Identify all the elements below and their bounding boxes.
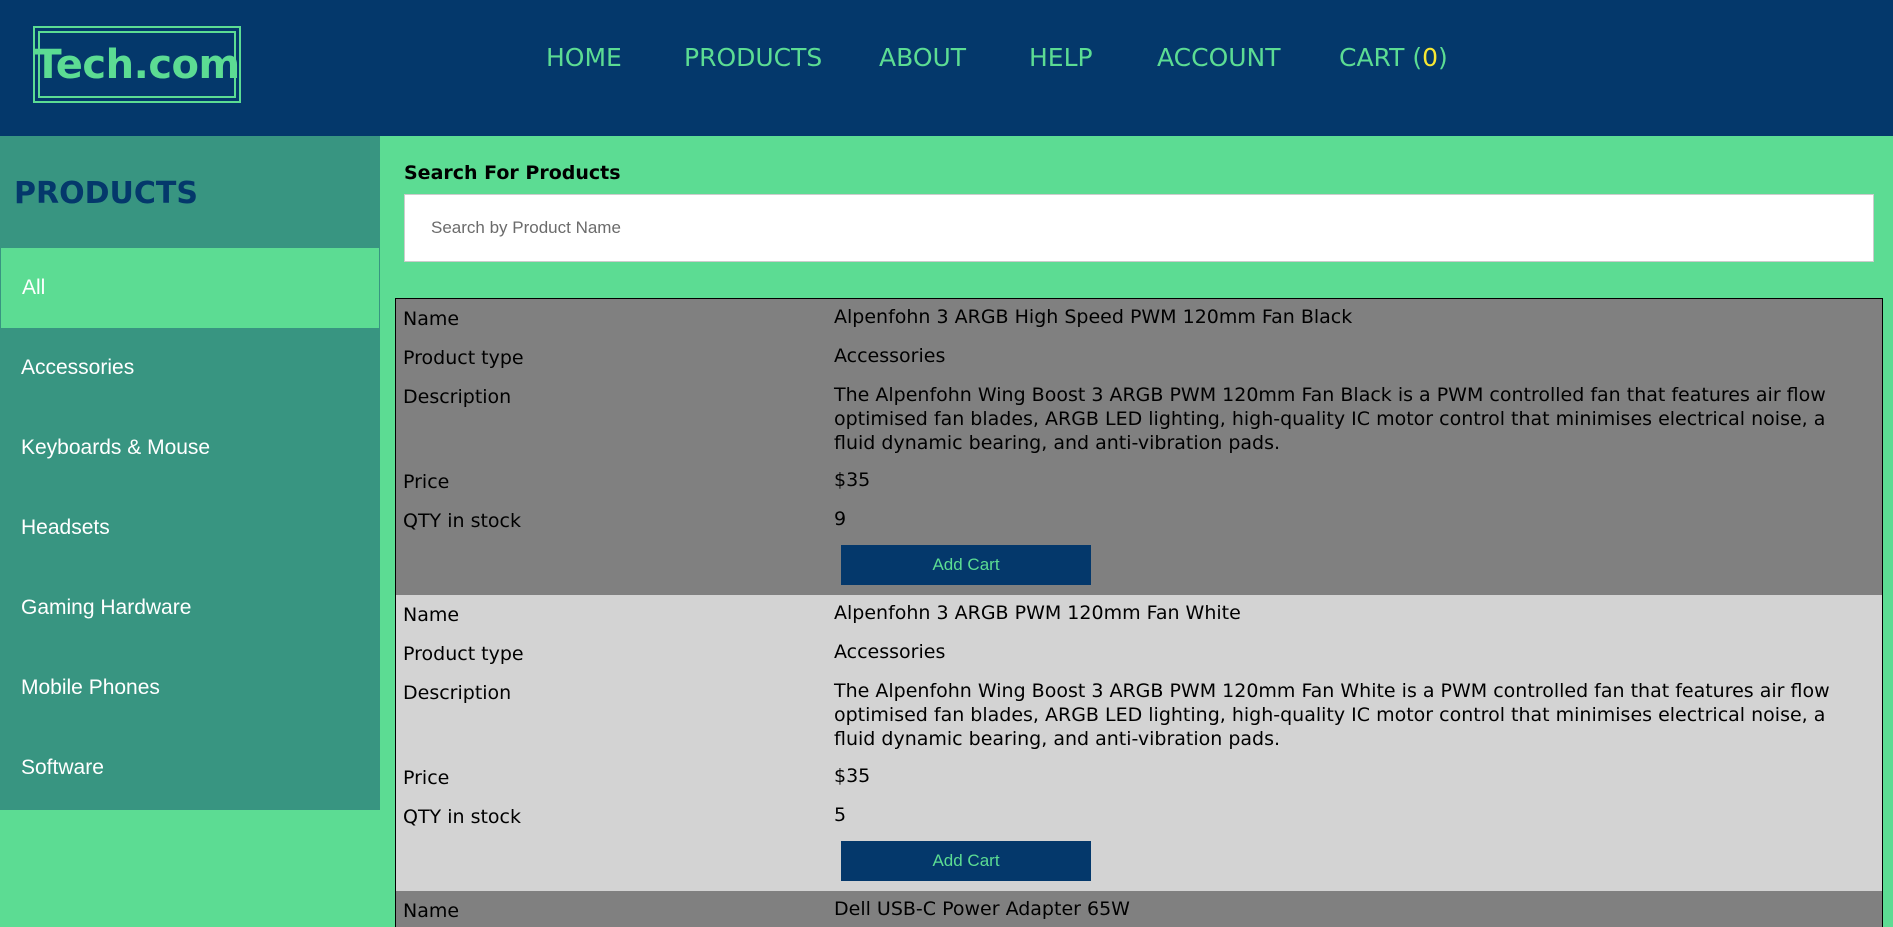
product-name-row: Name Alpenfohn 3 ARGB PWM 120mm Fan Whit… bbox=[396, 601, 1882, 627]
sidebar-title: PRODUCTS bbox=[14, 176, 198, 211]
product-type-row: Product type Accessories bbox=[396, 640, 1882, 666]
nav-account[interactable]: ACCOUNT bbox=[1157, 40, 1281, 76]
field-label: Product type bbox=[403, 643, 524, 665]
product-qty: 5 bbox=[834, 804, 847, 826]
nav-cart[interactable]: CART (0) bbox=[1339, 40, 1448, 76]
nav-products[interactable]: PRODUCTS bbox=[684, 40, 822, 76]
sidebar-item-mobile-phones[interactable]: Mobile Phones bbox=[0, 648, 380, 728]
product-qty-row: QTY in stock 5 bbox=[396, 803, 1882, 829]
field-label: Name bbox=[403, 308, 460, 330]
product-description: The Alpenfohn Wing Boost 3 ARGB PWM 120m… bbox=[834, 384, 1826, 454]
site-header: Tech.com HOME PRODUCTS ABOUT HELP ACCOUN… bbox=[0, 0, 1893, 136]
add-cart-button[interactable]: Add Cart bbox=[841, 841, 1091, 881]
category-sidebar: PRODUCTS All Accessories Keyboards & Mou… bbox=[0, 136, 380, 810]
product-qty-row: QTY in stock 9 bbox=[396, 507, 1882, 533]
product-price: $35 bbox=[834, 765, 871, 787]
product-card: Name Alpenfohn 3 ARGB High Speed PWM 120… bbox=[396, 299, 1882, 595]
add-cart-button[interactable]: Add Cart bbox=[841, 545, 1091, 585]
product-type: Accessories bbox=[834, 345, 946, 367]
product-name-row: Name Alpenfohn 3 ARGB High Speed PWM 120… bbox=[396, 305, 1882, 331]
product-name: Alpenfohn 3 ARGB PWM 120mm Fan White bbox=[834, 602, 1241, 624]
sidebar-item-accessories[interactable]: Accessories bbox=[0, 328, 380, 408]
product-description-row: Description The Alpenfohn Wing Boost 3 A… bbox=[396, 679, 1882, 751]
cart-count: 0 bbox=[1422, 43, 1438, 72]
nav-about[interactable]: ABOUT bbox=[879, 40, 966, 76]
search-input[interactable] bbox=[404, 194, 1874, 262]
product-price: $35 bbox=[834, 469, 871, 491]
sidebar-item-keyboards-mouse[interactable]: Keyboards & Mouse bbox=[0, 408, 380, 488]
product-type: Accessories bbox=[834, 641, 946, 663]
field-label: Description bbox=[403, 682, 512, 704]
product-type-row: Product type Accessories bbox=[396, 344, 1882, 370]
field-label: Price bbox=[403, 767, 450, 789]
sidebar-item-software[interactable]: Software bbox=[0, 728, 380, 808]
product-list: Name Alpenfohn 3 ARGB High Speed PWM 120… bbox=[395, 298, 1883, 927]
field-label: Name bbox=[403, 900, 460, 922]
field-label: Description bbox=[403, 386, 512, 408]
product-price-row: Price $35 bbox=[396, 764, 1882, 790]
cart-label: CART ( bbox=[1339, 43, 1423, 72]
product-card: Name Dell USB-C Power Adapter 65W bbox=[396, 891, 1882, 927]
product-card: Name Alpenfohn 3 ARGB PWM 120mm Fan Whit… bbox=[396, 595, 1882, 891]
nav-help[interactable]: HELP bbox=[1029, 40, 1093, 76]
cart-close-paren: ) bbox=[1438, 43, 1448, 72]
field-label: QTY in stock bbox=[403, 806, 521, 828]
logo-text[interactable]: Tech.com bbox=[34, 31, 240, 98]
product-description: The Alpenfohn Wing Boost 3 ARGB PWM 120m… bbox=[834, 680, 1830, 750]
product-name: Alpenfohn 3 ARGB High Speed PWM 120mm Fa… bbox=[834, 306, 1353, 328]
product-name: Dell USB-C Power Adapter 65W bbox=[834, 898, 1130, 920]
product-qty: 9 bbox=[834, 508, 847, 530]
field-label: Name bbox=[403, 604, 460, 626]
field-label: Price bbox=[403, 471, 450, 493]
product-name-row: Name Dell USB-C Power Adapter 65W bbox=[396, 897, 1882, 923]
field-label: QTY in stock bbox=[403, 510, 521, 532]
sidebar-item-all[interactable]: All bbox=[1, 248, 379, 328]
sidebar-item-gaming-hardware[interactable]: Gaming Hardware bbox=[0, 568, 380, 648]
field-label: Product type bbox=[403, 347, 524, 369]
site-logo[interactable]: Tech.com bbox=[33, 26, 241, 103]
search-label: Search For Products bbox=[404, 162, 621, 184]
sidebar-item-headsets[interactable]: Headsets bbox=[0, 488, 380, 568]
nav-home[interactable]: HOME bbox=[546, 40, 622, 76]
product-description-row: Description The Alpenfohn Wing Boost 3 A… bbox=[396, 383, 1882, 455]
product-price-row: Price $35 bbox=[396, 468, 1882, 494]
